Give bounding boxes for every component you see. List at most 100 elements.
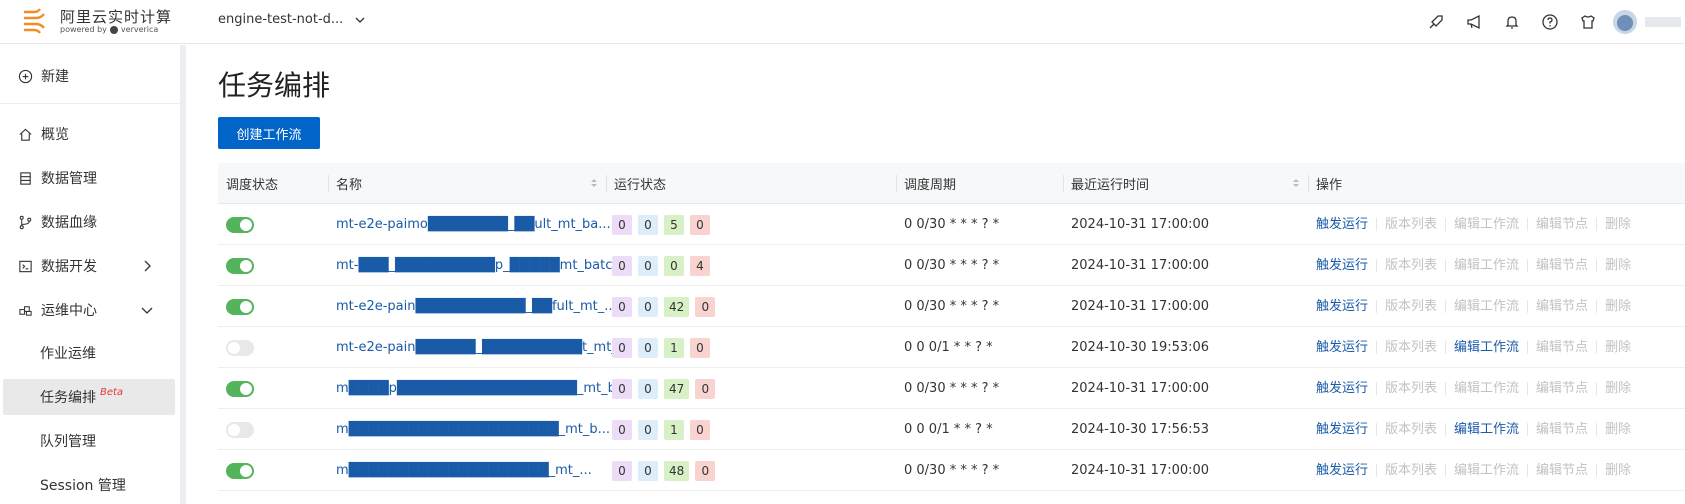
- delete-link[interactable]: 删除: [1605, 382, 1639, 395]
- workspace-selector[interactable]: engine-test-not-d...: [218, 12, 365, 27]
- sidebar-item-data-lineage[interactable]: 数据血缘: [0, 203, 180, 241]
- schedule-toggle[interactable]: [226, 298, 254, 315]
- workflow-name-link[interactable]: mt-███_██████████p_█████mt_batc...: [328, 258, 625, 273]
- trigger-run-link[interactable]: 触发运行: [1316, 382, 1378, 395]
- trigger-run-link[interactable]: 触发运行: [1316, 300, 1378, 313]
- sidebar-item-data-development[interactable]: 数据开发: [0, 247, 180, 285]
- edit-node-link[interactable]: 编辑节点: [1536, 218, 1598, 231]
- run-status-count-badge: 0: [695, 378, 716, 399]
- edit-workflow-link[interactable]: 编辑工作流: [1454, 218, 1529, 231]
- trigger-run-link[interactable]: 触发运行: [1316, 423, 1378, 436]
- version-list-link[interactable]: 版本列表: [1385, 464, 1447, 477]
- schedule-toggle[interactable]: [226, 421, 254, 438]
- run-status-count-badge: 0: [638, 255, 658, 276]
- last-run-time: 2024-10-30 19:53:06: [1071, 340, 1210, 355]
- delete-link[interactable]: 删除: [1605, 464, 1639, 477]
- edit-node-link[interactable]: 编辑节点: [1536, 300, 1598, 313]
- trigger-run-link[interactable]: 触发运行: [1316, 464, 1378, 477]
- sidebar-sub-session-management[interactable]: Session 管理: [0, 467, 180, 503]
- delete-link[interactable]: 删除: [1605, 300, 1639, 313]
- run-status-cell: 0 0 47 0: [606, 368, 896, 409]
- sidebar-sub-task-orchestration[interactable]: 任务编排 Beta: [3, 379, 175, 415]
- version-list-link[interactable]: 版本列表: [1385, 300, 1447, 313]
- powered-by-label: powered by: [60, 25, 107, 34]
- schedule-toggle[interactable]: [226, 339, 254, 356]
- ververica-icon: [109, 25, 118, 34]
- edit-node-link[interactable]: 编辑节点: [1536, 464, 1598, 477]
- delete-link[interactable]: 删除: [1605, 259, 1639, 272]
- edit-node-link[interactable]: 编辑节点: [1536, 341, 1598, 354]
- rocket-icon[interactable]: [1417, 0, 1455, 44]
- workflow-name-link[interactable]: m█████████████████████_mt_b...: [328, 422, 610, 437]
- run-status-count-badge: 0: [612, 337, 632, 358]
- sidebar-sub-label: 作业运维: [40, 346, 96, 362]
- sort-icon[interactable]: [1292, 177, 1300, 189]
- bell-icon[interactable]: [1493, 0, 1531, 44]
- lineage-icon: [17, 214, 33, 230]
- home-icon: [17, 126, 33, 142]
- sidebar: 新建 概览 数据管理 数据血缘 数据开发 运维中心 作业运维 任务编排 Beta…: [0, 45, 186, 504]
- run-status-count-badge: 4: [690, 255, 710, 276]
- trigger-run-link[interactable]: 触发运行: [1316, 341, 1378, 354]
- workflow-name-link[interactable]: m████p██████████████████_mt_b...: [328, 381, 628, 396]
- edit-workflow-link[interactable]: 编辑工作流: [1454, 341, 1529, 354]
- sidebar-scrollbar[interactable]: [180, 45, 186, 504]
- edit-workflow-link[interactable]: 编辑工作流: [1454, 423, 1529, 436]
- schedule-toggle[interactable]: [226, 257, 254, 274]
- create-workflow-button[interactable]: 创建工作流: [218, 117, 320, 149]
- sidebar-sub-job-ops[interactable]: 作业运维: [0, 335, 180, 371]
- version-list-link[interactable]: 版本列表: [1385, 382, 1447, 395]
- avatar[interactable]: [1613, 10, 1637, 34]
- column-header-run-status: 运行状态: [606, 163, 896, 204]
- cron-expression: 0 0/30 * * * ? *: [904, 258, 1000, 273]
- table-row: mt-███_██████████p_█████mt_batc... 0 0 0 4 0 …: [218, 245, 1685, 286]
- edit-workflow-link[interactable]: 编辑工作流: [1454, 300, 1529, 313]
- delete-link[interactable]: 删除: [1605, 218, 1639, 231]
- edit-node-link[interactable]: 编辑节点: [1536, 259, 1598, 272]
- sidebar-sub-label: Session 管理: [40, 478, 126, 494]
- column-header-last-run-time[interactable]: 最近运行时间: [1063, 163, 1308, 204]
- actions-cell: 触发运行 版本列表 编辑工作流 编辑节点 删除: [1308, 286, 1685, 327]
- sidebar-item-data-management[interactable]: 数据管理: [0, 159, 180, 197]
- sort-icon[interactable]: [590, 177, 598, 189]
- trigger-run-link[interactable]: 触发运行: [1316, 218, 1378, 231]
- schedule-toggle[interactable]: [226, 216, 254, 233]
- sidebar-new-button[interactable]: 新建: [0, 57, 180, 95]
- schedule-toggle[interactable]: [226, 462, 254, 479]
- delete-link[interactable]: 删除: [1605, 423, 1639, 436]
- actions-cell: 触发运行 版本列表 编辑工作流 编辑节点 删除: [1308, 245, 1685, 286]
- run-status-count-badge: 0: [612, 214, 632, 235]
- workflow-name-link[interactable]: mt-e2e-pain██████_██████████t_mt_...: [328, 340, 630, 355]
- trigger-run-link[interactable]: 触发运行: [1316, 259, 1378, 272]
- version-list-link[interactable]: 版本列表: [1385, 423, 1447, 436]
- workflow-name-link[interactable]: mt-e2e-pain███████████_██fult_mt_...: [328, 299, 617, 314]
- edit-workflow-link[interactable]: 编辑工作流: [1454, 259, 1529, 272]
- edit-workflow-link[interactable]: 编辑工作流: [1454, 382, 1529, 395]
- schedule-toggle[interactable]: [226, 380, 254, 397]
- workflow-name-link[interactable]: m████████████████████_mt_...: [328, 463, 592, 478]
- name-cell: mt-e2e-pain███████████_██fult_mt_...: [328, 286, 617, 327]
- workflow-name-link[interactable]: mt-e2e-paimo████████_██ult_mt_ba...: [328, 217, 611, 232]
- delete-link[interactable]: 删除: [1605, 341, 1639, 354]
- chevron-down-icon: [141, 307, 153, 314]
- realtime-compute-logo-icon[interactable]: [22, 6, 48, 34]
- edit-node-link[interactable]: 编辑节点: [1536, 423, 1598, 436]
- account-name-redacted[interactable]: [1645, 17, 1681, 27]
- sidebar-sub-queue-management[interactable]: 队列管理: [0, 423, 180, 459]
- beta-badge: Beta: [100, 386, 124, 398]
- sidebar-item-overview[interactable]: 概览: [0, 115, 180, 153]
- sidebar-item-ops-center[interactable]: 运维中心: [0, 291, 180, 329]
- help-icon[interactable]: [1531, 0, 1569, 44]
- column-header-name[interactable]: 名称: [328, 163, 606, 204]
- edit-node-link[interactable]: 编辑节点: [1536, 382, 1598, 395]
- version-list-link[interactable]: 版本列表: [1385, 341, 1447, 354]
- run-status-count-badge: 1: [664, 419, 684, 440]
- last-run-time: 2024-10-31 17:00:00: [1071, 381, 1210, 396]
- cron-expression: 0 0/30 * * * ? *: [904, 381, 1000, 396]
- last-run-time: 2024-10-31 17:00:00: [1071, 299, 1210, 314]
- shirt-icon[interactable]: [1569, 0, 1607, 44]
- version-list-link[interactable]: 版本列表: [1385, 259, 1447, 272]
- edit-workflow-link[interactable]: 编辑工作流: [1454, 464, 1529, 477]
- announcement-icon[interactable]: [1455, 0, 1493, 44]
- version-list-link[interactable]: 版本列表: [1385, 218, 1447, 231]
